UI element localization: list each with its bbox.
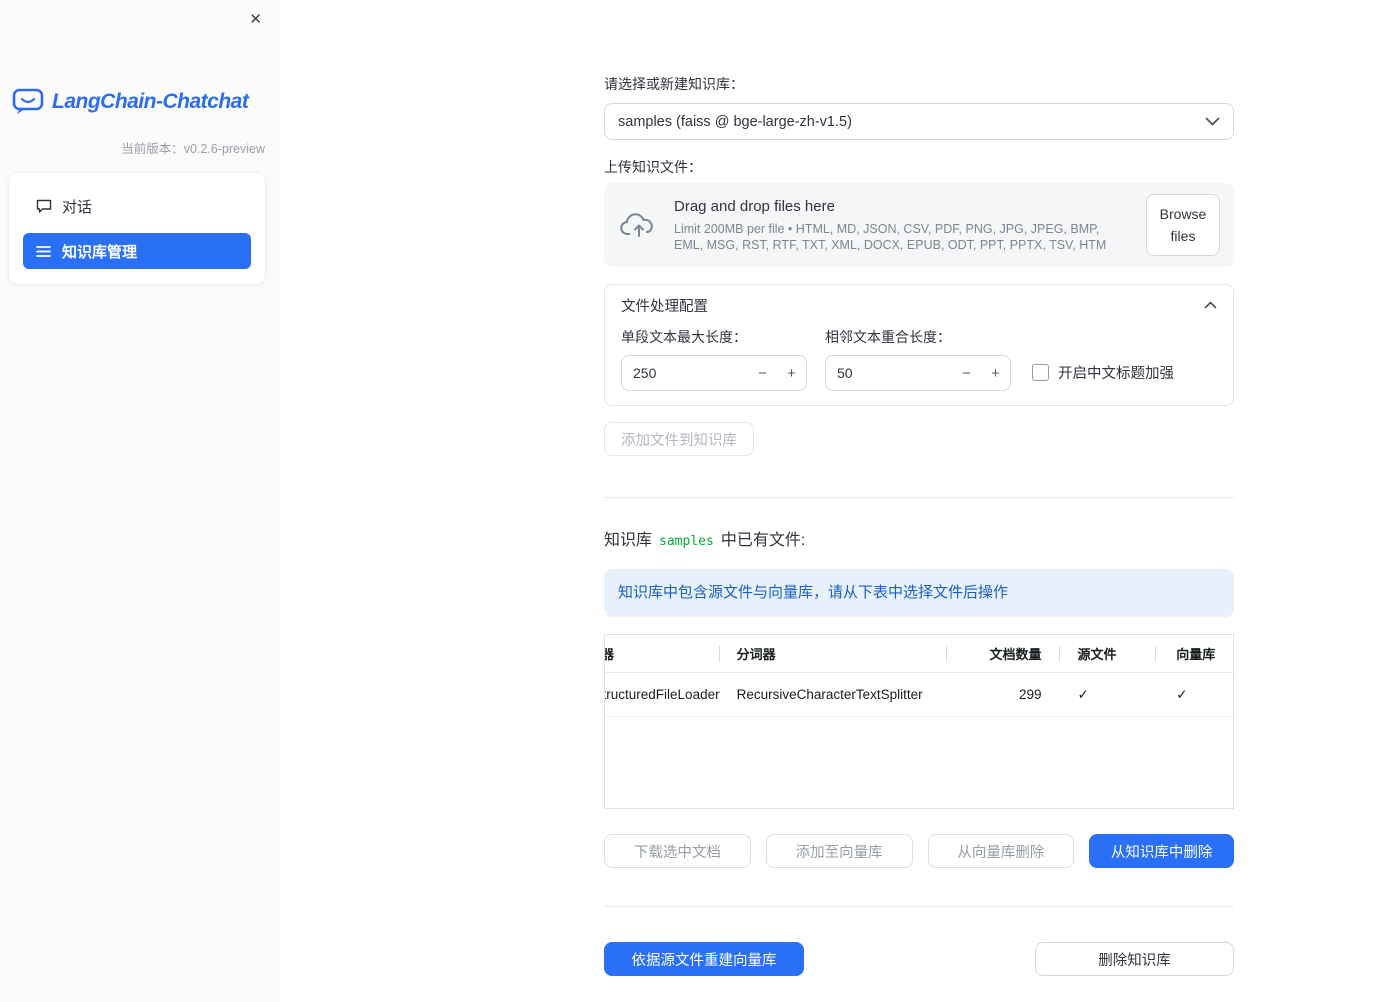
chunk-size-input[interactable]: 250 − + — [621, 355, 807, 391]
uploader-limit: Limit 200MB per file • HTML, MD, JSON, C… — [674, 221, 1107, 252]
kb-name-code: samples — [659, 534, 714, 549]
remove-from-vector-store-button[interactable]: 从向量库删除 — [927, 834, 1075, 868]
file-config-expander: 文件处理配置 单段文本最大长度： 250 − + 相邻文本重合长度： 50 − … — [604, 284, 1234, 406]
download-selected-button[interactable]: 下载选中文档 — [604, 834, 751, 868]
column-header-loader[interactable]: 文档加载器 — [605, 635, 720, 672]
plus-stepper[interactable]: + — [981, 365, 1010, 382]
column-header-doc-count[interactable]: 文档数量 — [947, 635, 1060, 672]
zh-title-enhance-checkbox[interactable]: 开启中文标题加强 — [1032, 362, 1174, 383]
cell-vector-check: ✓ — [1156, 673, 1233, 716]
kb-select-label: 请选择或新建知识库： — [604, 76, 744, 92]
logo-text: LangChain-Chatchat — [52, 90, 249, 113]
column-header-vector[interactable]: 向量库 — [1156, 635, 1233, 672]
minus-stepper[interactable]: − — [952, 365, 981, 382]
file-config-expander-header[interactable]: 文件处理配置 — [605, 285, 1233, 325]
chunk-size-field: 单段文本最大长度： 250 − + — [621, 329, 807, 391]
uploader-texts: Drag and drop files here Limit 200MB per… — [674, 198, 1130, 253]
sidebar-item-dialogue[interactable]: 对话 — [23, 188, 251, 224]
cell-source-check: ✓ — [1060, 673, 1157, 716]
checkbox-box-icon[interactable] — [1032, 364, 1049, 381]
file-uploader-dropzone[interactable]: Drag and drop files here Limit 200MB per… — [604, 183, 1234, 267]
minus-stepper[interactable]: − — [748, 365, 777, 382]
rebuild-vector-store-button[interactable]: 依据源文件重建向量库 — [604, 942, 804, 976]
sidebar-close-icon[interactable]: ✕ — [245, 8, 266, 31]
cell-doc-count: 299 — [1018, 687, 1042, 702]
list-icon — [35, 245, 52, 258]
sidebar-item-label: 对话 — [62, 198, 93, 216]
cloud-upload-icon — [620, 210, 658, 240]
kb-select[interactable]: samples (faiss @ bge-large-zh-v1.5) — [604, 103, 1234, 140]
chevron-down-icon — [1205, 117, 1220, 126]
main-content: 请选择或新建知识库： samples (faiss @ bge-large-zh… — [604, 0, 1234, 976]
logo-chat-icon — [12, 88, 44, 116]
column-header-source[interactable]: 源文件 — [1060, 635, 1157, 672]
app-logo: LangChain-Chatchat — [12, 88, 249, 116]
kb-files-heading: 知识库 samples 中已有文件: — [604, 526, 1234, 550]
overlap-size-label: 相邻文本重合长度： — [825, 329, 951, 345]
sidebar: ✕ LangChain-Chatchat 当前版本：v0.2.6-preview… — [0, 0, 280, 1002]
add-to-vector-store-button[interactable]: 添加至向量库 — [765, 834, 913, 868]
cell-splitter: RecursiveCharacterTextSplitter — [736, 687, 923, 702]
table-header-row: 文档加载器 分词器 文档数量 源文件 向量库 — [605, 635, 1233, 673]
file-config-body: 单段文本最大长度： 250 − + 相邻文本重合长度： 50 − + 开启中文标… — [605, 325, 1233, 405]
table-row[interactable]: UnstructuredFileLoader RecursiveCharacte… — [605, 673, 1233, 717]
sidebar-menu: 对话 知识库管理 — [8, 172, 266, 285]
chunk-size-value: 250 — [633, 365, 657, 381]
overlap-size-value: 50 — [837, 365, 853, 381]
delete-from-kb-button[interactable]: 从知识库中删除 — [1089, 834, 1234, 868]
add-files-to-kb-button[interactable]: 添加文件到知识库 — [604, 422, 754, 456]
browse-files-button[interactable]: Browse files — [1146, 193, 1220, 257]
kb-files-prefix: 知识库 — [604, 532, 653, 549]
plus-stepper[interactable]: + — [777, 365, 806, 382]
divider — [604, 906, 1234, 907]
sidebar-item-label: 知识库管理 — [62, 243, 138, 261]
checkbox-label: 开启中文标题加强 — [1058, 366, 1174, 382]
divider — [604, 497, 1234, 498]
overlap-size-input[interactable]: 50 − + — [825, 355, 1011, 391]
chevron-up-icon — [1204, 301, 1217, 309]
kb-files-suffix: 中已有文件: — [720, 532, 806, 549]
chunk-size-label: 单段文本最大长度： — [621, 329, 747, 345]
kb-bottom-actions: 依据源文件重建向量库 删除知识库 — [604, 942, 1234, 976]
uploader-title: Drag and drop files here — [674, 197, 835, 215]
file-action-buttons: 下载选中文档 添加至向量库 从向量库删除 从知识库中删除 — [604, 834, 1234, 868]
column-header-splitter[interactable]: 分词器 — [720, 635, 947, 672]
sidebar-item-knowledge-base[interactable]: 知识库管理 — [23, 233, 251, 269]
version-label: 当前版本：v0.2.6-preview — [121, 142, 265, 156]
overlap-size-field: 相邻文本重合长度： 50 − + — [825, 329, 1011, 391]
info-banner: 知识库中包含源文件与向量库，请从下表中选择文件后操作 — [604, 569, 1234, 617]
chat-bubble-icon — [35, 199, 52, 214]
check-icon: ✓ — [1077, 686, 1089, 702]
kb-select-value: samples (faiss @ bge-large-zh-v1.5) — [618, 113, 852, 130]
delete-kb-button[interactable]: 删除知识库 — [1035, 942, 1234, 976]
expander-title: 文件处理配置 — [621, 298, 708, 315]
cell-loader: UnstructuredFileLoader — [605, 687, 720, 702]
upload-label: 上传知识文件： — [604, 159, 702, 175]
kb-files-table[interactable]: 文档加载器 分词器 文档数量 源文件 向量库 UnstructuredFileL… — [604, 634, 1234, 809]
check-icon: ✓ — [1176, 686, 1188, 702]
